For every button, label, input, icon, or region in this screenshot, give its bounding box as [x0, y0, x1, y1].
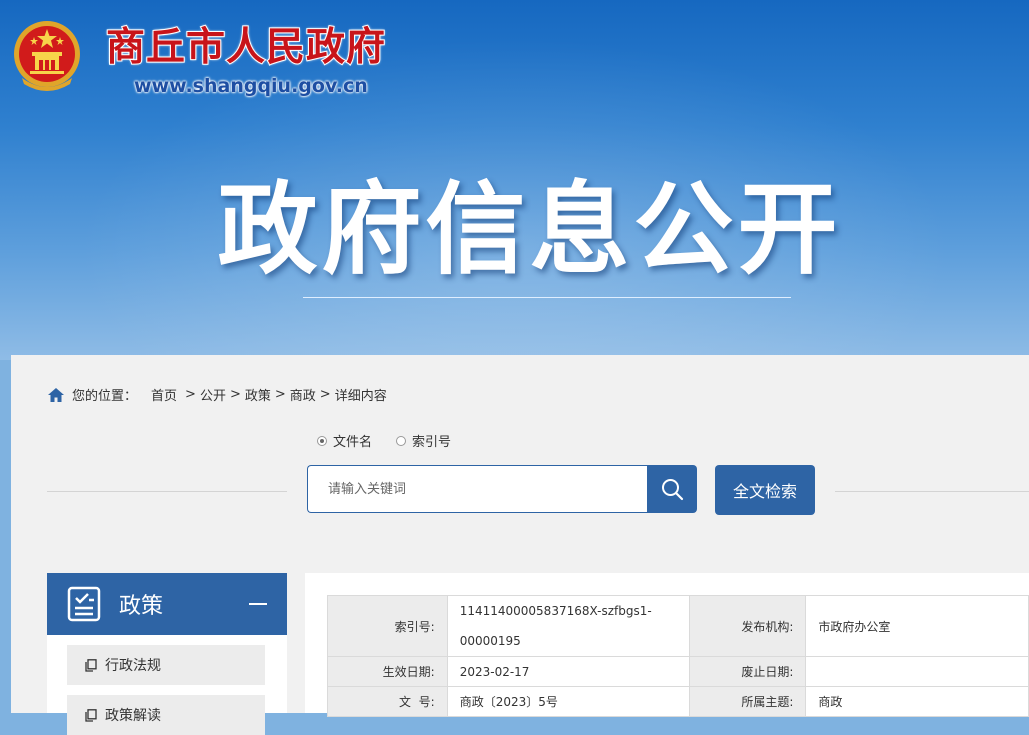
sidebar-item-interpretation[interactable]: 政策解读: [67, 695, 265, 735]
expiry-date-value: [805, 656, 1029, 687]
document-info-table: 索引号: 11411400005837168X-szfbgs1- 0000019…: [327, 595, 1029, 717]
copy-document-icon: [85, 658, 97, 672]
topic-value: 商政: [805, 686, 1029, 717]
radio-index-number[interactable]: 索引号: [396, 431, 451, 450]
breadcrumb-separator: >: [274, 387, 286, 402]
fulltext-search-button[interactable]: 全文检索: [715, 465, 815, 515]
topic-label: 所属主题:: [688, 686, 807, 717]
divider-left: [47, 491, 287, 492]
radio-dot-selected[interactable]: [317, 435, 327, 446]
content-area: 您的位置： 首页 > 公开 > 政策 > 商政 > 详细内容 文件名 索引号 全…: [11, 355, 1029, 735]
radio-dot[interactable]: [396, 435, 407, 446]
breadcrumb-policy[interactable]: 政策: [245, 385, 271, 404]
sidebar-menu: 行政法规 政策解读: [47, 635, 287, 735]
title-underline: [303, 297, 791, 298]
document-number-value: 商政〔2023〕5号: [446, 686, 690, 717]
breadcrumb-public[interactable]: 公开: [200, 385, 226, 404]
divider-right: [835, 491, 1029, 492]
breadcrumb-separator: >: [229, 387, 241, 402]
breadcrumb: 您的位置： 首页 > 公开 > 政策 > 商政 > 详细内容: [48, 385, 387, 404]
breadcrumb-label: 您的位置：: [72, 389, 138, 404]
search-box: [307, 465, 647, 513]
search-input[interactable]: [308, 466, 647, 512]
search-icon: [662, 479, 684, 501]
expiry-date-label: 废止日期:: [688, 656, 807, 687]
publisher-value: 市政府办公室: [805, 595, 1029, 657]
copy-document-icon: [85, 708, 97, 722]
publisher-label: 发布机构:: [688, 595, 807, 657]
sidebar-header[interactable]: 政策: [47, 573, 287, 635]
sidebar-item-regulations[interactable]: 行政法规: [67, 645, 265, 685]
home-icon: [48, 387, 64, 402]
sidebar-title: 政策: [119, 594, 164, 619]
sidebar-item-label: 行政法规: [105, 658, 161, 674]
table-row: 索引号: 11411400005837168X-szfbgs1- 0000019…: [327, 595, 1029, 657]
sidebar-item-label: 政策解读: [105, 708, 161, 724]
site-name[interactable]: 商丘市人民政府: [105, 25, 386, 71]
radio-filename[interactable]: 文件名: [317, 431, 372, 450]
radio-filename-label: 文件名: [333, 435, 373, 450]
index-number-value: 11411400005837168X-szfbgs1- 00000195: [446, 595, 690, 657]
effective-date-value: 2023-02-17: [446, 656, 690, 687]
document-info-panel: 索引号: 11411400005837168X-szfbgs1- 0000019…: [305, 573, 1029, 717]
effective-date-label: 生效日期:: [327, 656, 448, 687]
national-emblem-icon: [14, 21, 80, 91]
breadcrumb-current: 详细内容: [334, 389, 387, 404]
document-check-icon: [67, 586, 101, 622]
radio-index-label: 索引号: [412, 435, 452, 450]
site-url[interactable]: www.shangqiu.gov.cn: [134, 74, 368, 98]
table-row: 文 号: 商政〔2023〕5号 所属主题: 商政: [327, 686, 1029, 717]
search-type-radios: 文件名 索引号: [317, 431, 475, 450]
document-number-label: 文 号:: [327, 686, 448, 717]
collapse-minus-icon[interactable]: [249, 603, 267, 605]
breadcrumb-shangzheng[interactable]: 商政: [290, 385, 316, 404]
breadcrumb-separator: >: [319, 387, 331, 402]
breadcrumb-home[interactable]: 首页: [151, 385, 177, 404]
index-number-label: 索引号:: [327, 595, 448, 657]
breadcrumb-separator: >: [185, 387, 196, 402]
banner-title: 政府信息公开: [217, 171, 842, 288]
table-row: 生效日期: 2023-02-17 废止日期:: [327, 656, 1029, 687]
search-button[interactable]: [647, 465, 697, 513]
index-number-part1: 11411400005837168X-szfbgs1-: [459, 604, 652, 618]
index-number-part2: 00000195: [459, 634, 521, 648]
